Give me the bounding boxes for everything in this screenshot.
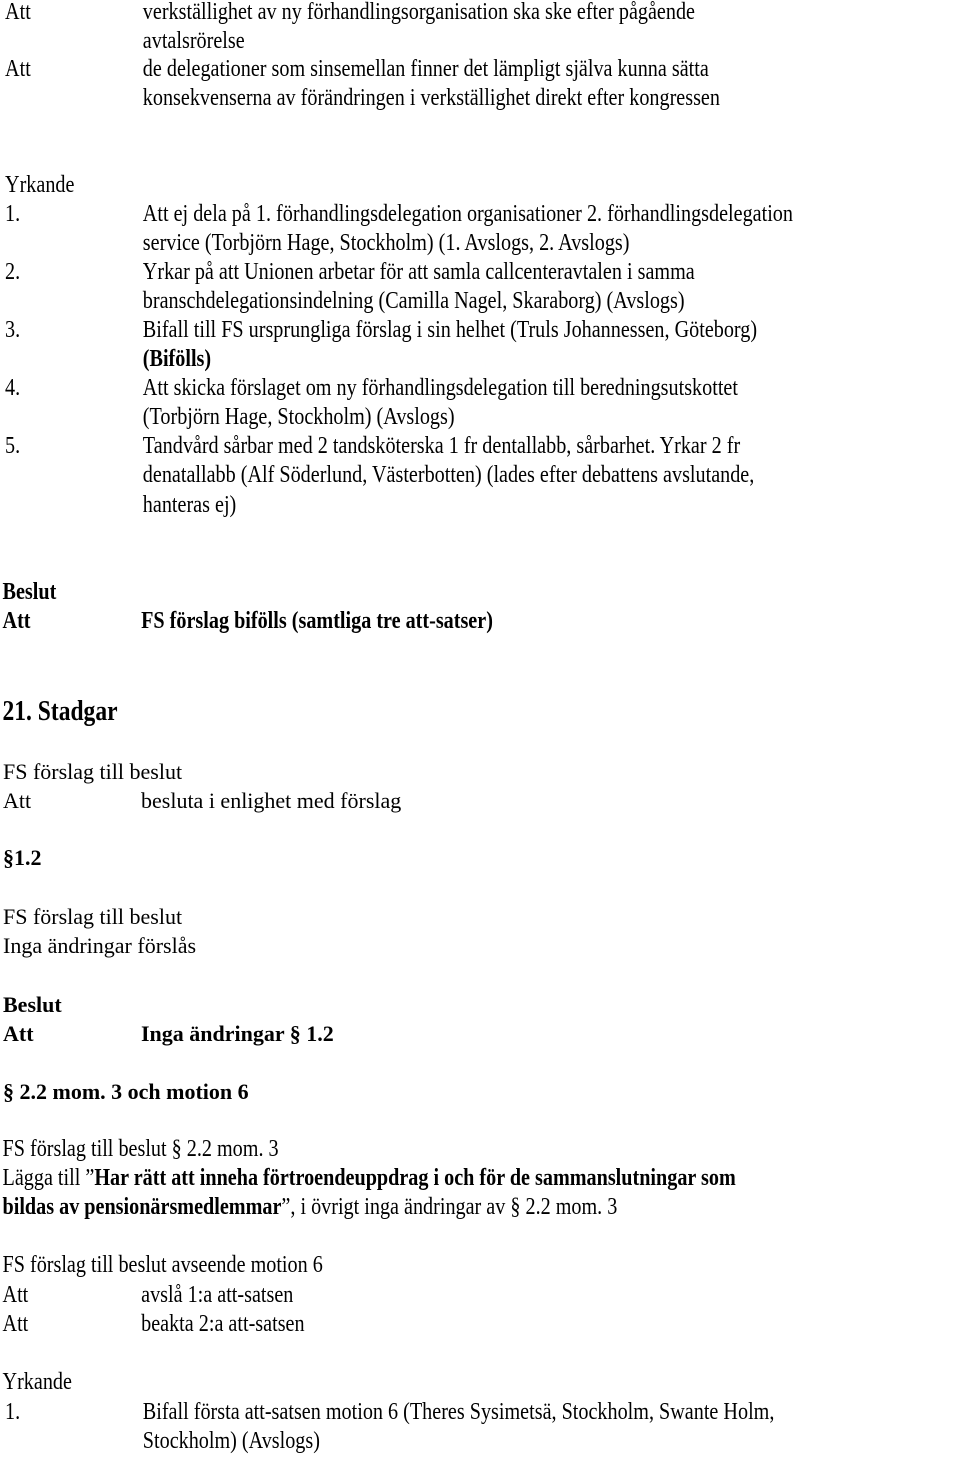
item-text: hanteras ej) <box>142 492 237 518</box>
item-number: 3. <box>5 317 21 343</box>
att-label: Att <box>3 788 32 813</box>
att-text: avslå 1:a att-satsen <box>141 1282 294 1308</box>
beslut-text: FS förslag bifölls (samtliga tre att-sat… <box>141 608 493 634</box>
att-text: de delegationer som sinsemellan finner d… <box>142 56 709 82</box>
item-text: Att ej dela på 1. förhandlingsdelegation… <box>142 201 793 227</box>
item-result: (Bifölls) <box>142 346 212 372</box>
att-label: Att <box>5 0 31 25</box>
section-title-text: 21. Stadgar <box>2 696 118 727</box>
item-number: 1. <box>5 1399 21 1425</box>
item-text: Tandvård sårbar med 2 tandsköterska 1 fr… <box>142 433 741 459</box>
att-text: besluta i enlighet med förslag <box>141 788 402 813</box>
paragraph-title-text: §1.2 <box>3 845 42 870</box>
att-label: Att <box>5 56 31 82</box>
item-text: branschdelegationsindelning (Camilla Nag… <box>142 288 685 314</box>
item-text: Yrkar på att Unionen arbetar för att sam… <box>142 259 695 285</box>
amendment-quote: bildas av pensionärsmedlemmar <box>2 1194 282 1220</box>
item-number: 5. <box>5 433 21 459</box>
amendment-prefix: Lägga till ” <box>2 1165 95 1191</box>
fs-heading-text: FS förslag till beslut avseende motion 6 <box>2 1252 323 1278</box>
fs-heading-text: FS förslag till beslut <box>3 904 183 929</box>
att-text: konsekvenserna av förändringen i verkstä… <box>142 85 720 111</box>
att-label: Att <box>2 1282 29 1308</box>
amendment-suffix: ”, i övrigt inga ändringar av § 2.2 mom.… <box>281 1194 618 1220</box>
item-number: 4. <box>5 375 21 401</box>
paragraph-title-text: § 2.2 mom. 3 och motion 6 <box>3 1079 249 1104</box>
amendment-text: Lägga till ”Har rätt att inneha förtroen… <box>3 1164 736 1193</box>
item-text: Bifall till FS ursprungliga förslag i si… <box>142 317 758 343</box>
att-text: verkställighet av ny förhandlingsorganis… <box>142 0 695 25</box>
att-label: Att <box>2 1311 29 1337</box>
item-text: Stockholm) (Avslogs) <box>142 1428 320 1454</box>
beslut-text: Inga ändringar § 1.2 <box>141 1021 334 1046</box>
amendment-text: bildas av pensionärsmedlemmar”, i övrigt… <box>3 1193 618 1222</box>
fs-heading-text: FS förslag till beslut § 2.2 mom. 3 <box>2 1136 279 1162</box>
item-text: Bifall första att-satsen motion 6 (There… <box>142 1399 775 1425</box>
item-text: service (Torbjörn Hage, Stockholm) (1. A… <box>142 230 630 256</box>
yrkande-heading-text: Yrkande <box>2 1369 72 1395</box>
att-label: Att <box>3 1021 34 1046</box>
item-number: 2. <box>5 259 21 285</box>
yrkande-heading-text: Yrkande <box>5 172 75 198</box>
item-number: 1. <box>5 201 21 227</box>
item-text: denatallabb (Alf Söderlund, Västerbotten… <box>142 462 755 488</box>
att-label: Att <box>2 608 31 634</box>
amendment-quote: Har rätt att inneha förtroendeuppdrag i … <box>94 1165 736 1191</box>
att-text: beakta 2:a att-satsen <box>141 1311 305 1337</box>
item-text: Att skicka förslaget om ny förhandlingsd… <box>142 375 738 401</box>
att-text: avtalsrörelse <box>142 28 245 54</box>
item-text: (Torbjörn Hage, Stockholm) (Avslogs) <box>142 404 455 430</box>
fs-text-content: Inga ändringar förslås <box>3 933 197 958</box>
fs-heading-text: FS förslag till beslut <box>3 759 183 784</box>
beslut-heading-text: Beslut <box>2 579 57 605</box>
beslut-heading-text: Beslut <box>3 992 62 1017</box>
